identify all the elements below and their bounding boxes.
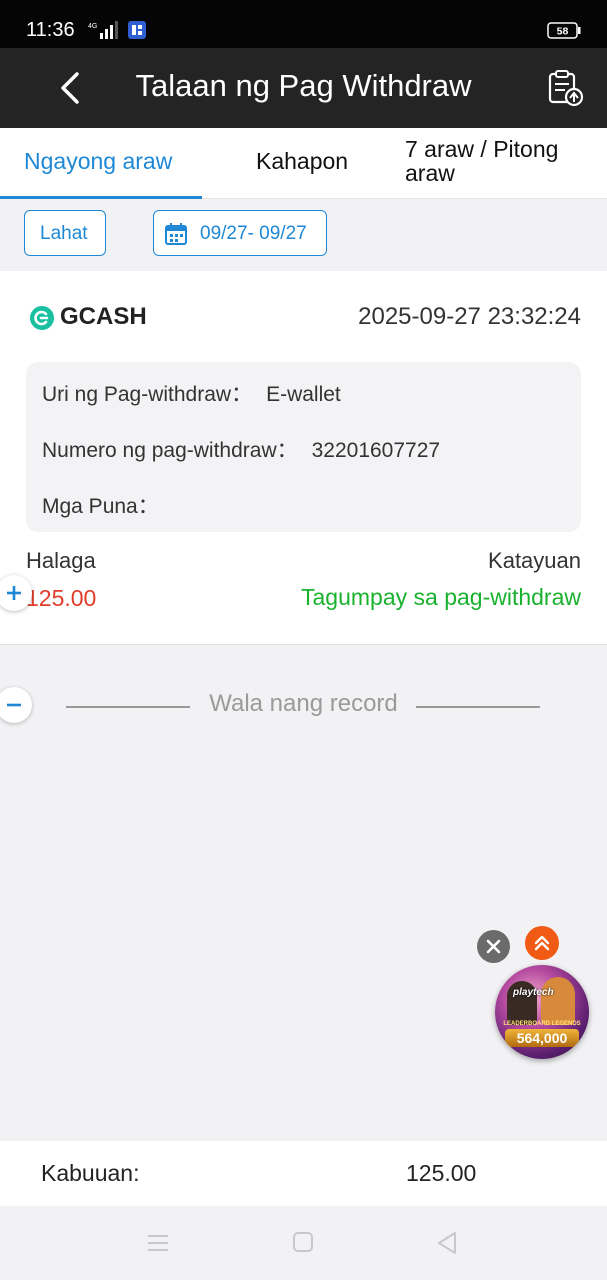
date-range-button[interactable]: 09/27- 09/27 [153, 210, 327, 256]
promo-character-right [541, 977, 575, 1025]
scroll-to-top-button[interactable] [525, 926, 559, 960]
no-record-text: Wala nang record [209, 690, 398, 717]
total-label: Kabuuan: [41, 1160, 140, 1186]
status-label: Katayuan [488, 548, 581, 573]
filter-bar: Lahat 09/27- 09/27 [0, 199, 607, 271]
promo-amount: 564,000 [505, 1029, 579, 1047]
withdraw-number-value: 32201607727 [311, 439, 441, 462]
page-title: Talaan ng Pag Withdraw [135, 68, 472, 103]
clipboard-upload-icon[interactable] [545, 68, 585, 108]
withdraw-record[interactable]: GCASH 2025-09-27 23:32:24 Uri ng Pag-wit… [0, 271, 607, 645]
status-time: 11:36 [26, 19, 75, 41]
gcash-logo-icon [30, 306, 54, 330]
nav-back-icon[interactable] [436, 1231, 458, 1255]
tab-today[interactable]: Ngayong araw [0, 128, 202, 199]
withdraw-number-row: Numero ng pag-withdraw： 32201607727 [42, 434, 440, 464]
tab-yesterday-label: Kahapon [256, 148, 349, 174]
amount-value: 125.00 [26, 585, 97, 611]
no-more-records: Wala nang record [0, 688, 607, 724]
remarks-label: Mga Puna： [42, 495, 159, 518]
tab-today-label: Ngayong araw [24, 148, 173, 174]
tab-7-days-label: 7 araw / Pitong araw [405, 136, 559, 186]
app-notification-icon [128, 21, 146, 39]
total-value: 125.00 [406, 1160, 477, 1186]
app-header: Talaan ng Pag Withdraw [0, 48, 607, 128]
record-details: Uri ng Pag-withdraw： E-wallet Numero ng p… [26, 362, 581, 532]
divider-right [416, 706, 540, 708]
promo-brand: playtech [513, 987, 554, 998]
withdraw-type-label: Uri ng Pag-withdraw： [42, 383, 253, 406]
summary-bar: Kabuuan: 125.00 [0, 1141, 607, 1206]
date-tabs: Ngayong araw Kahapon 7 araw / Pitong ara… [0, 128, 607, 199]
withdraw-number-label: Numero ng pag-withdraw： [42, 439, 298, 462]
filter-all-label: Lahat [40, 223, 88, 244]
close-promo-button[interactable] [477, 930, 510, 963]
promo-banner[interactable]: playtech LEADERBOARD LEGENDS 564,000 [495, 965, 589, 1059]
remarks-row: Mga Puna： [42, 490, 173, 520]
menu-icon[interactable] [146, 1233, 170, 1253]
provider-name: GCASH [60, 303, 147, 330]
amount-label: Halaga [26, 548, 96, 573]
status-value: Tagumpay sa pag-withdraw [301, 584, 581, 610]
svg-text:4G: 4G [88, 23, 97, 30]
date-range-label: 09/27- 09/27 [200, 223, 307, 244]
status-bar: 11:36 4G 58 [0, 0, 607, 48]
promo-subtitle: LEADERBOARD LEGENDS [503, 1021, 581, 1027]
withdraw-type-row: Uri ng Pag-withdraw： E-wallet [42, 378, 341, 408]
tab-yesterday[interactable]: Kahapon [202, 128, 402, 198]
withdraw-type-value: E-wallet [266, 383, 341, 406]
filter-all-button[interactable]: Lahat [24, 210, 106, 256]
battery-icon: 58 [547, 22, 581, 39]
double-chevron-up-icon [534, 935, 550, 951]
close-icon [486, 939, 501, 954]
record-datetime: 2025-09-27 23:32:24 [358, 303, 581, 330]
calendar-icon [165, 223, 187, 245]
system-nav-bar [0, 1206, 607, 1280]
battery-level: 58 [557, 26, 569, 38]
signal-icon: 4G [88, 21, 118, 39]
plus-icon [7, 586, 21, 600]
home-icon[interactable] [292, 1231, 314, 1253]
tab-7-days[interactable]: 7 araw / Pitong araw [402, 128, 607, 198]
